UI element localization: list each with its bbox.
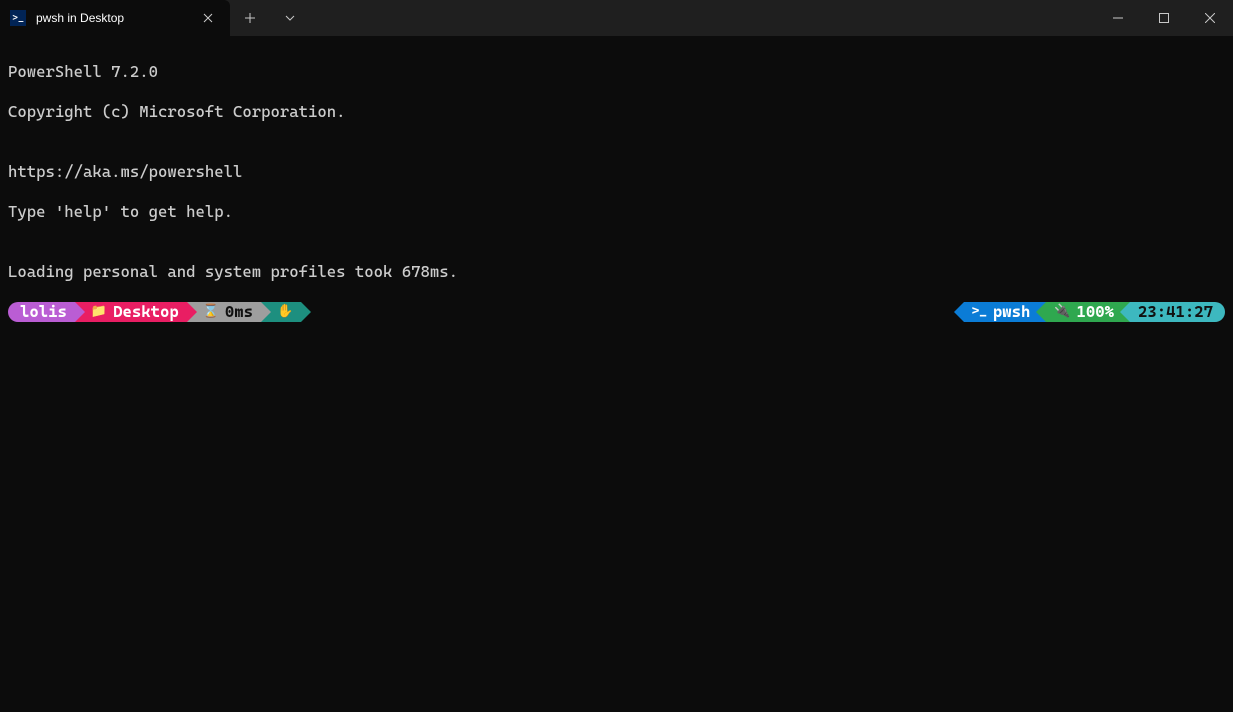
prompt-folder-segment: 📁 Desktop xyxy=(75,302,187,322)
plus-icon xyxy=(244,12,256,24)
powershell-icon: >_ xyxy=(10,10,26,26)
plug-icon: 🔌 xyxy=(1054,302,1070,322)
terminal-output[interactable]: PowerShell 7.2.0 Copyright (c) Microsoft… xyxy=(0,36,1233,348)
powerline-arrow-icon xyxy=(954,302,964,322)
prompt-line: lolis 📁 Desktop ⌛ 0ms ✋ >_ pwsh 🔌 100% 23:41… xyxy=(8,302,1225,322)
output-line: Loading personal and system profiles too… xyxy=(8,262,1225,282)
prompt-clock-segment: 23:41:27 xyxy=(1130,302,1225,322)
prompt-battery: 100% xyxy=(1077,302,1115,322)
output-line: PowerShell 7.2.0 xyxy=(8,62,1225,82)
prompt-folder: Desktop xyxy=(113,302,179,322)
chevron-down-icon xyxy=(284,12,296,24)
powerline-arrow-icon xyxy=(187,302,197,322)
window-maximize-button[interactable] xyxy=(1141,0,1187,36)
folder-icon: 📁 xyxy=(91,302,107,322)
prompt-clock: 23:41:27 xyxy=(1138,302,1213,322)
close-icon xyxy=(203,13,213,23)
prompt-left: lolis 📁 Desktop ⌛ 0ms ✋ xyxy=(8,302,311,322)
titlebar-drag-area[interactable] xyxy=(310,0,1095,36)
powerline-arrow-icon xyxy=(1036,302,1046,322)
tab-close-button[interactable] xyxy=(198,8,218,28)
tab-title: pwsh in Desktop xyxy=(36,11,188,25)
powerline-arrow-icon xyxy=(261,302,271,322)
close-icon xyxy=(1205,13,1215,23)
hourglass-icon: ⌛ xyxy=(203,302,219,322)
prompt-exectime-segment: ⌛ 0ms xyxy=(187,302,261,322)
prompt-user-segment: lolis xyxy=(8,302,75,322)
prompt-battery-segment: 🔌 100% xyxy=(1046,302,1130,322)
hand-icon: ✋ xyxy=(277,302,293,322)
output-line: Type 'help' to get help. xyxy=(8,202,1225,222)
powerline-arrow-icon xyxy=(301,302,311,322)
prompt-right: >_ pwsh 🔌 100% 23:41:27 xyxy=(954,302,1225,322)
window-close-button[interactable] xyxy=(1187,0,1233,36)
tab-dropdown-button[interactable] xyxy=(270,0,310,36)
titlebar: >_ pwsh in Desktop xyxy=(0,0,1233,36)
output-line: Copyright (c) Microsoft Corporation. xyxy=(8,102,1225,122)
powerline-arrow-icon xyxy=(75,302,85,322)
prompt-shell: pwsh xyxy=(993,302,1031,322)
output-line: https://aka.ms/powershell xyxy=(8,162,1225,182)
prompt-user: lolis xyxy=(20,302,67,322)
window-minimize-button[interactable] xyxy=(1095,0,1141,36)
maximize-icon xyxy=(1159,13,1169,23)
minimize-icon xyxy=(1113,13,1123,23)
new-tab-button[interactable] xyxy=(230,0,270,36)
prompt-shell-segment: >_ pwsh xyxy=(964,302,1047,322)
tab-active[interactable]: >_ pwsh in Desktop xyxy=(0,0,230,36)
shell-icon: >_ xyxy=(972,302,987,322)
powerline-arrow-icon xyxy=(1120,302,1130,322)
prompt-exectime: 0ms xyxy=(225,302,253,322)
